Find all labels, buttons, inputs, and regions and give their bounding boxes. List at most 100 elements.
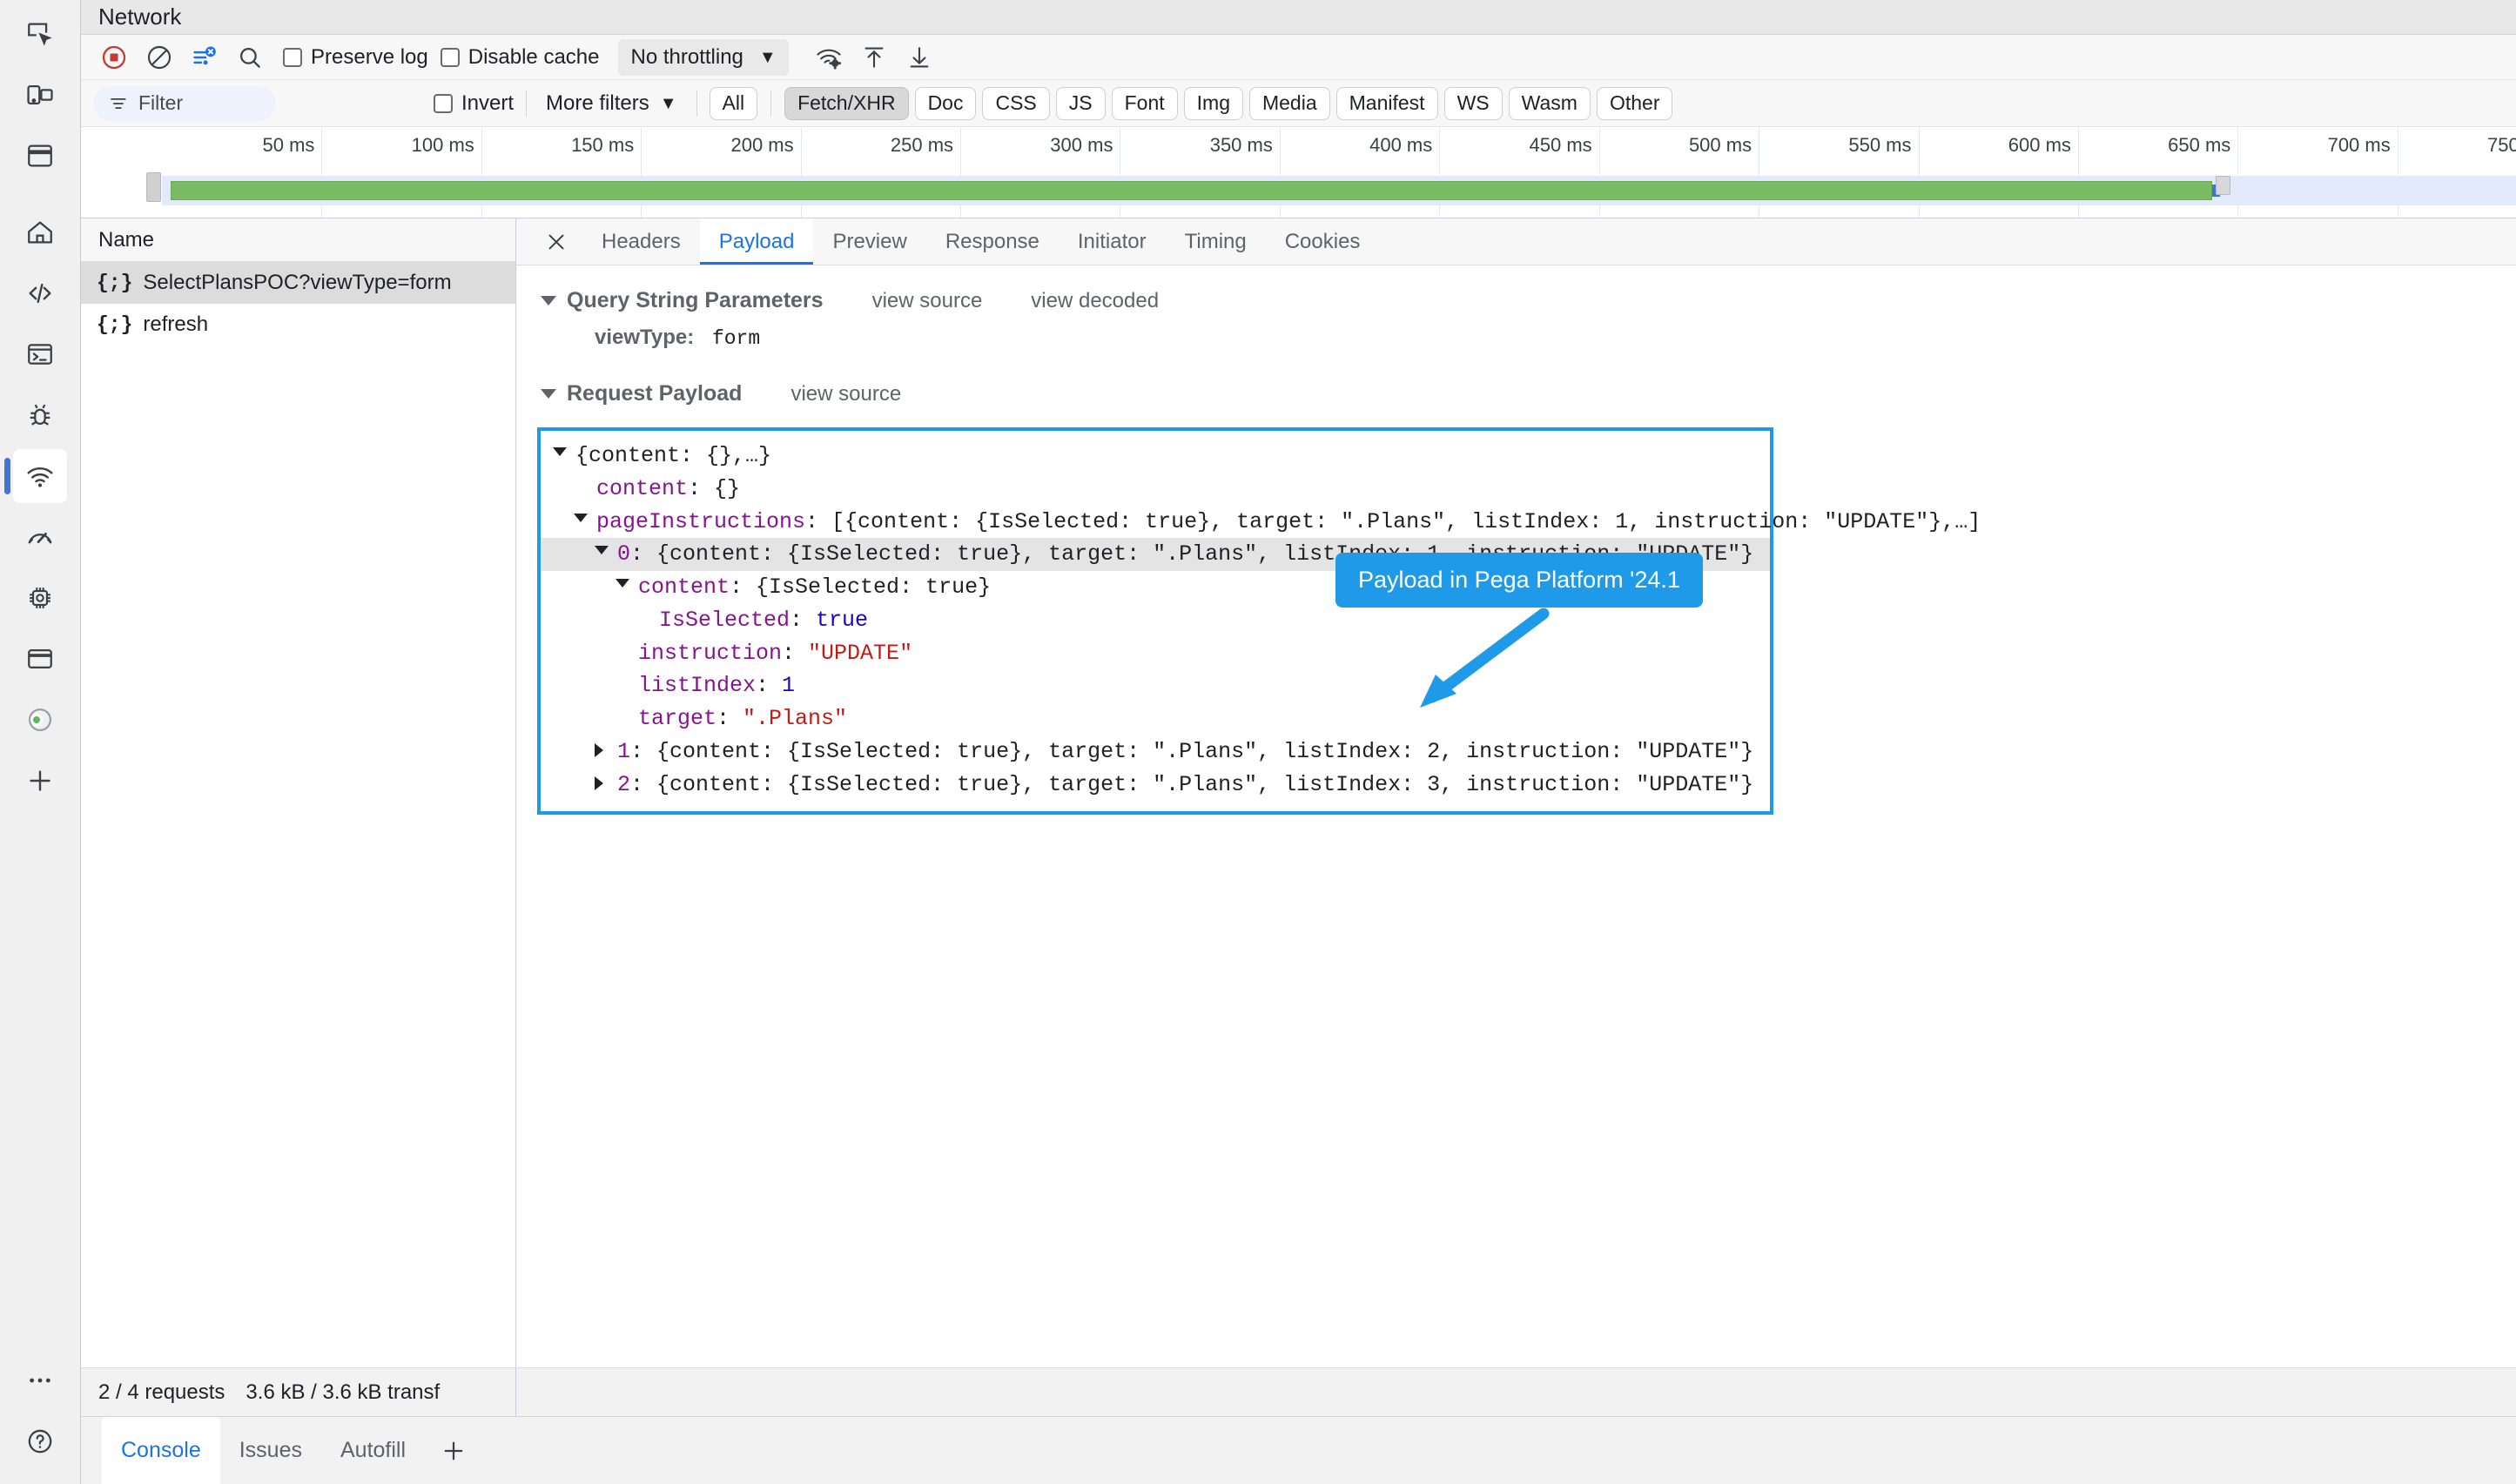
type-filter-img[interactable]: Img — [1183, 86, 1243, 120]
json-tree-line[interactable]: {content: {},…} — [541, 440, 1770, 473]
request-payload-title: Request Payload — [567, 381, 743, 406]
search-icon[interactable] — [229, 39, 271, 76]
triangle-down-icon[interactable] — [574, 513, 596, 522]
more-filters-label: More filters — [546, 91, 649, 115]
tab-initiator[interactable]: Initiator — [1059, 218, 1166, 265]
tab-cookies[interactable]: Cookies — [1266, 218, 1380, 265]
type-filter-all[interactable]: All — [709, 86, 758, 120]
json-tree-line[interactable]: content: {} — [541, 473, 1770, 506]
triangle-down-icon[interactable] — [553, 447, 575, 456]
json-tree-line[interactable]: pageInstructions: [{content: {IsSelected… — [541, 506, 1981, 539]
type-filter-css[interactable]: CSS — [982, 86, 1050, 120]
network-content: Name {;} SelectPlansPOC?viewType=form {;} r… — [81, 218, 2516, 1367]
type-filter-font[interactable]: Font — [1111, 86, 1178, 120]
overview-right-handle[interactable] — [2216, 176, 2230, 195]
add-panel-icon[interactable] — [13, 754, 67, 808]
drawer-tab-autofill[interactable]: Autofill — [321, 1417, 425, 1484]
query-view-source-link[interactable]: view source — [872, 289, 983, 313]
import-har-icon[interactable] — [853, 39, 895, 76]
invert-checkbox[interactable]: Invert — [434, 91, 514, 116]
drawer-tab-issues[interactable]: Issues — [220, 1417, 321, 1484]
chevron-down-icon: ▼ — [659, 93, 677, 113]
filter-bar: Filter Invert More filters ▼ All Fetch/XH… — [81, 80, 2516, 127]
application-icon[interactable] — [13, 632, 67, 686]
preserve-log-checkbox[interactable]: Preserve log — [283, 45, 428, 70]
recorder-status-dot — [30, 714, 43, 726]
disable-cache-box[interactable] — [440, 47, 460, 67]
filter-placeholder: Filter — [138, 91, 184, 114]
clear-button[interactable] — [138, 39, 180, 76]
query-param-key: viewType: — [595, 326, 695, 349]
json-line-text: target: ".Plans" — [638, 706, 848, 731]
ruler-tick-label: 650 ms — [2168, 134, 2231, 156]
home-icon[interactable] — [13, 205, 67, 259]
disable-cache-checkbox[interactable]: Disable cache — [440, 45, 599, 70]
triangle-down-icon[interactable] — [595, 546, 617, 555]
network-icon[interactable] — [4, 449, 67, 503]
help-icon[interactable] — [13, 1414, 67, 1468]
invert-box[interactable] — [434, 93, 453, 113]
json-tree-line[interactable]: 2: {content: {IsSelected: true}, target:… — [541, 769, 1770, 802]
type-filter-fetch-xhr[interactable]: Fetch/XHR — [784, 86, 909, 120]
query-view-decoded-link[interactable]: view decoded — [1031, 289, 1159, 313]
export-har-icon[interactable] — [898, 39, 940, 76]
tab-response[interactable]: Response — [926, 218, 1059, 265]
filter-toggle-button[interactable] — [184, 39, 225, 76]
request-rows: {;} SelectPlansPOC?viewType=form {;} refres… — [81, 262, 515, 1367]
preserve-log-box[interactable] — [283, 47, 302, 67]
type-filter-other[interactable]: Other — [1596, 86, 1673, 120]
triangle-down-icon — [541, 296, 556, 306]
json-line-text: IsSelected: true — [659, 607, 869, 633]
json-tree-line[interactable]: IsSelected: true — [541, 604, 1770, 637]
console-icon[interactable] — [13, 327, 67, 381]
type-filter-ws[interactable]: WS — [1443, 86, 1503, 120]
add-tool-icon[interactable] — [425, 1417, 482, 1484]
tab-headers[interactable]: Headers — [582, 218, 700, 265]
sources-icon[interactable] — [13, 266, 67, 320]
throttling-value: No throttling — [630, 44, 743, 69]
overview-left-handle[interactable] — [146, 172, 161, 202]
resource-type-filters: All Fetch/XHR Doc CSS JS Font Img Media Manifest… — [709, 86, 1673, 120]
request-row[interactable]: {;} refresh — [81, 304, 515, 346]
performance-icon[interactable] — [13, 510, 67, 564]
json-tree-line[interactable]: instruction: "UPDATE" — [541, 637, 1770, 670]
request-row[interactable]: {;} SelectPlansPOC?viewType=form — [81, 262, 515, 304]
triangle-down-icon[interactable] — [616, 579, 638, 588]
ruler-tick-label: 350 ms — [1209, 134, 1273, 156]
type-filter-media[interactable]: Media — [1248, 86, 1330, 120]
request-list-header[interactable]: Name — [81, 218, 515, 262]
memory-chip-icon[interactable] — [13, 571, 67, 625]
device-toolbar-icon[interactable] — [13, 68, 67, 122]
json-tree-line[interactable]: listIndex: 1 — [541, 669, 1770, 702]
bug-icon[interactable] — [13, 388, 67, 442]
type-filter-doc[interactable]: Doc — [914, 86, 977, 120]
triangle-right-icon[interactable] — [595, 742, 617, 757]
throttling-dropdown[interactable]: No throttling ▼ — [618, 38, 789, 76]
tab-payload[interactable]: Payload — [699, 218, 814, 265]
network-overview[interactable]: 50 ms 100 ms 150 ms 200 ms 250 ms 300 ms 350 m… — [81, 127, 2516, 218]
tab-preview[interactable]: Preview — [813, 218, 925, 265]
more-options-icon[interactable] — [13, 1353, 67, 1407]
tab-timing[interactable]: Timing — [1166, 218, 1266, 265]
record-button[interactable] — [93, 39, 135, 76]
drawer-tab-console[interactable]: Console — [102, 1417, 220, 1484]
type-filter-wasm[interactable]: Wasm — [1508, 86, 1591, 120]
chevron-down-icon: ▼ — [758, 47, 777, 67]
more-filters-dropdown[interactable]: More filters ▼ — [546, 91, 676, 116]
request-payload-section-header[interactable]: Request Payload view source — [516, 376, 2516, 412]
page-title: Network — [98, 3, 182, 30]
inspect-element-icon[interactable] — [13, 7, 67, 61]
dock-panel-icon[interactable] — [13, 129, 67, 183]
search-input[interactable]: Filter — [93, 85, 276, 121]
json-tree-line[interactable]: 1: {content: {IsSelected: true}, target:… — [541, 735, 1770, 769]
recorder-icon[interactable] — [13, 693, 67, 747]
triangle-right-icon[interactable] — [595, 776, 617, 790]
json-line-text: 1: {content: {IsSelected: true}, target:… — [617, 738, 1754, 764]
query-string-section-header[interactable]: Query String Parameters view source view… — [516, 283, 2516, 319]
payload-view-source-link[interactable]: view source — [790, 382, 901, 406]
json-tree-line[interactable]: target: ".Plans" — [541, 702, 1770, 735]
network-settings-icon[interactable] — [808, 39, 850, 76]
close-icon[interactable] — [530, 218, 582, 265]
type-filter-manifest[interactable]: Manifest — [1335, 86, 1438, 120]
type-filter-js[interactable]: JS — [1055, 86, 1106, 120]
